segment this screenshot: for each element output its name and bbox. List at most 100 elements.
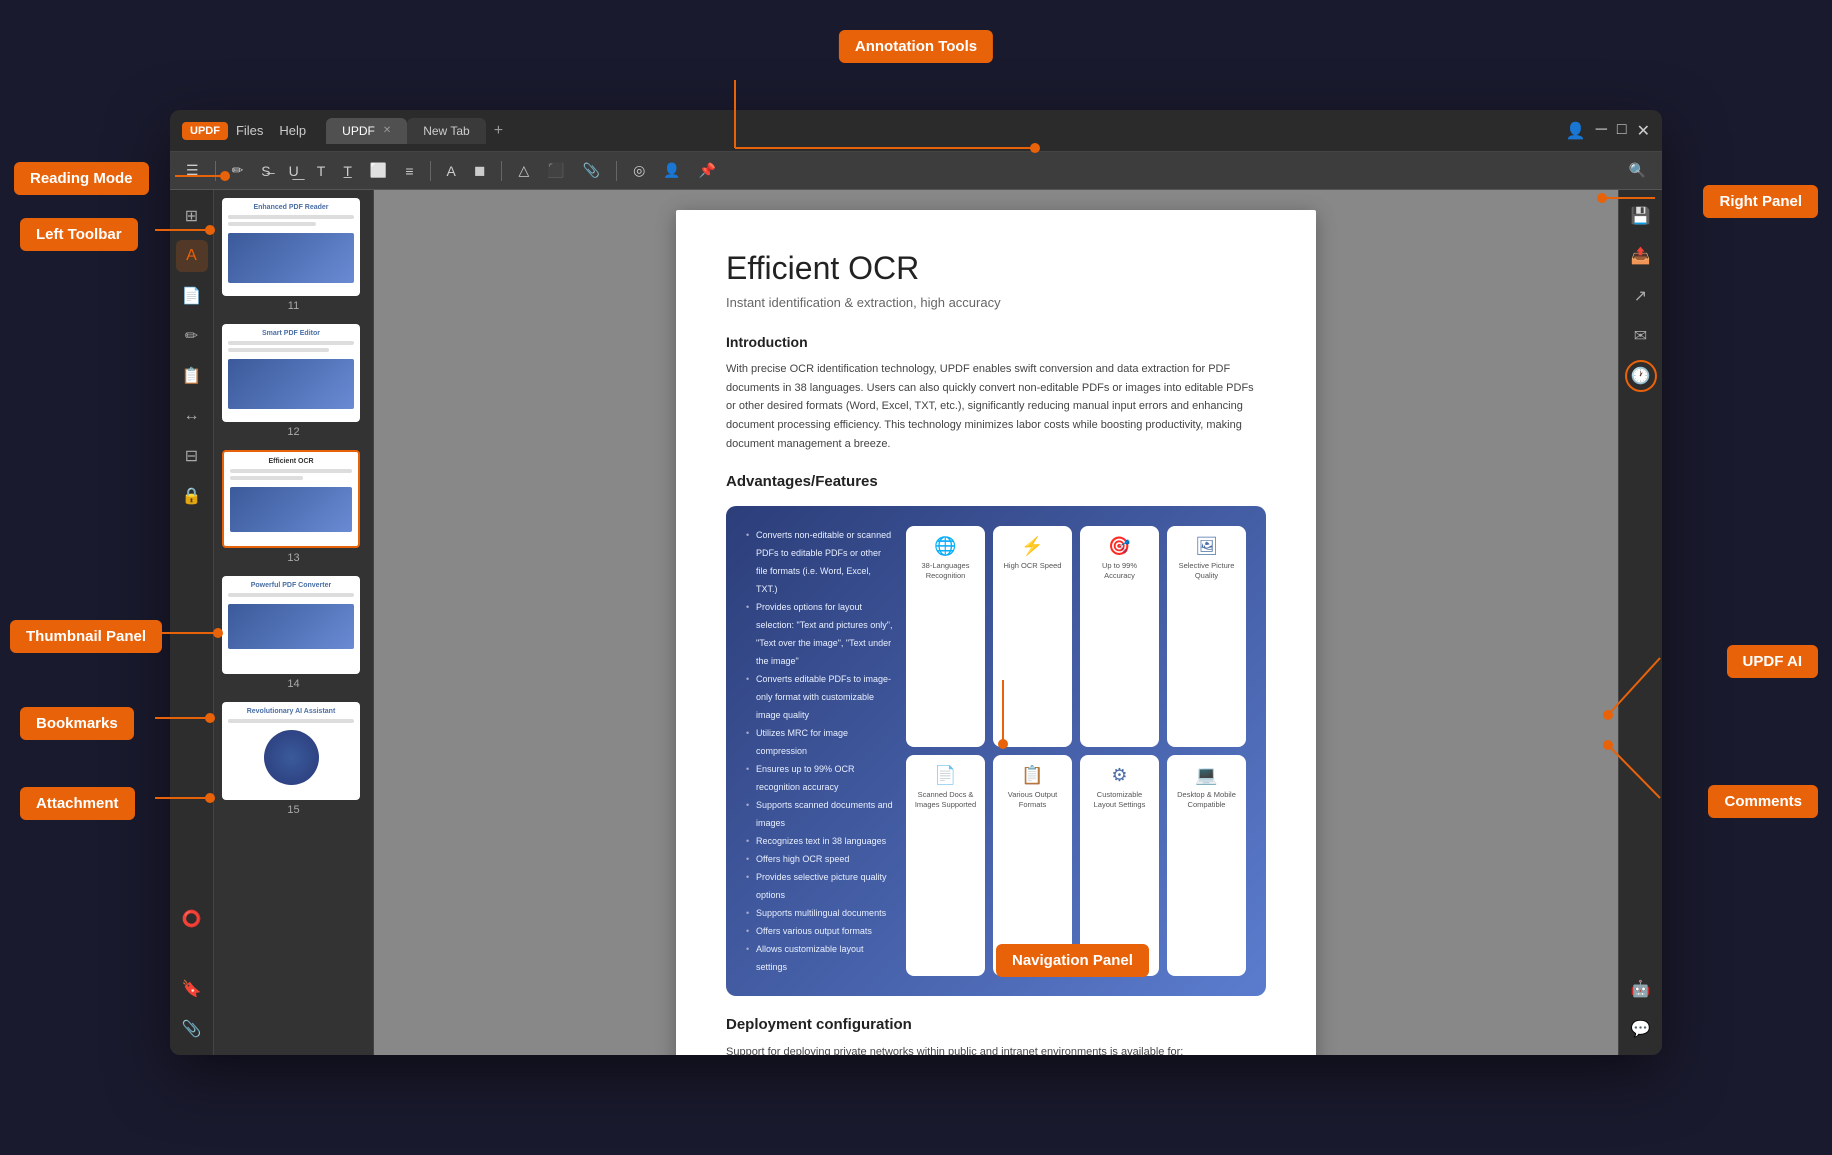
feature-card-1: ⚡ High OCR Speed	[993, 526, 1072, 747]
thumb-num-15: 15	[222, 804, 365, 816]
right-comment-icon[interactable]: 💬	[1625, 1013, 1657, 1045]
feature-item-1: Provides options for layout selection: "…	[746, 598, 894, 670]
toolbar-text-icon[interactable]: T	[311, 159, 332, 183]
thumbnail-14[interactable]: Powerful PDF Converter 14	[222, 576, 365, 690]
feature-item-5: Supports scanned documents and images	[746, 796, 894, 832]
menu-help[interactable]: Help	[279, 123, 306, 138]
toolbar-stamp-icon[interactable]: ◎	[627, 158, 651, 183]
sidebar-ai[interactable]: ⭕	[176, 903, 208, 935]
maximize-button[interactable]: □	[1617, 121, 1627, 141]
toolbar-divider-2	[430, 161, 431, 181]
feature-grid: 🌐 38-Languages Recognition ⚡ High OCR Sp…	[906, 526, 1246, 976]
toolbar-pencil-icon[interactable]: A	[441, 159, 462, 183]
right-ai-icon[interactable]: 🤖	[1625, 973, 1657, 1005]
thumb-num-14: 14	[222, 678, 365, 690]
reading-mode-label: Reading Mode	[14, 162, 149, 195]
app-logo: UPDF	[182, 122, 228, 140]
toolbar-line-icon[interactable]: ⬛	[541, 158, 570, 183]
sidebar-highlight[interactable]: A	[176, 240, 208, 272]
feature-item-6: Recognizes text in 38 languages	[746, 832, 894, 850]
feature-card-2-label: Up to 99% Accuracy	[1086, 561, 1153, 581]
sidebar-ocr[interactable]: 📋	[176, 360, 208, 392]
tab-bar: UPDF ✕ New Tab +	[326, 118, 1566, 144]
new-tab-button[interactable]: +	[494, 122, 503, 140]
sidebar-pages[interactable]: 📄	[176, 280, 208, 312]
toolbar-search-icon[interactable]: 🔍	[1623, 158, 1652, 183]
feature-card-7: 💻 Desktop & Mobile Compatible	[1167, 755, 1246, 976]
thumbnail-13[interactable]: Efficient OCR 13	[222, 450, 365, 564]
sidebar-reading-mode[interactable]: ⊞	[176, 200, 208, 232]
toolbar-callout-icon[interactable]: ⬜	[364, 158, 393, 183]
feature-card-5-label: Various Output Formats	[999, 790, 1066, 810]
sidebar-organize[interactable]: ⊟	[176, 440, 208, 472]
advantages-title: Advantages/Features	[726, 473, 1266, 490]
window-controls: 👤 ─ □ ✕	[1566, 121, 1650, 141]
toolbar-note-icon[interactable]: ≡	[399, 159, 419, 183]
feature-card-4-icon: 📄	[912, 765, 979, 786]
sidebar-convert[interactable]: ↔	[176, 400, 208, 432]
feature-item-11: Allows customizable layout settings	[746, 940, 894, 976]
right-save-icon[interactable]: 💾	[1625, 200, 1657, 232]
feature-card-1-icon: ⚡	[999, 536, 1066, 557]
right-history-icon[interactable]: 🕐	[1625, 360, 1657, 392]
right-sidebar: 💾 📤 ↗ ✉ 🕐 🤖 💬	[1618, 190, 1662, 1055]
toolbar-select-icon[interactable]: ☰	[180, 158, 205, 183]
toolbar-highlight-icon[interactable]: ✏	[226, 158, 250, 183]
thumb-img-12: Smart PDF Editor	[222, 324, 360, 422]
feature-card-0-icon: 🌐	[912, 536, 979, 557]
feature-item-0: Converts non-editable or scanned PDFs to…	[746, 526, 894, 598]
sidebar-bookmarks[interactable]: 🔖	[176, 973, 208, 1005]
toolbar-shape-icon[interactable]: △	[512, 158, 535, 183]
tab-close-icon[interactable]: ✕	[383, 125, 391, 136]
left-sidebar: ⊞ A 📄 ✏ 📋 ↔ ⊟ 🔒 ⭕ 🔖 📎	[170, 190, 214, 1055]
right-mail-icon[interactable]: ✉	[1625, 320, 1657, 352]
toolbar-measure-icon[interactable]: 📌	[693, 158, 722, 183]
feature-card-4: 📄 Scanned Docs & Images Supported	[906, 755, 985, 976]
feature-item-7: Offers high OCR speed	[746, 850, 894, 868]
doc-page: Efficient OCR Instant identification & e…	[676, 210, 1316, 1055]
feature-card-7-icon: 💻	[1173, 765, 1240, 786]
toolbar-underline-icon[interactable]: U͟	[283, 159, 305, 183]
tab-updf[interactable]: UPDF ✕	[326, 118, 407, 144]
toolbar-attach-icon[interactable]: 📎	[577, 158, 606, 183]
menu-files[interactable]: Files	[236, 123, 263, 138]
bookmarks-label: Bookmarks	[20, 707, 134, 740]
toolbar-textbox-icon[interactable]: T̲	[337, 159, 358, 183]
document-viewer: Efficient OCR Instant identification & e…	[374, 190, 1618, 1055]
sidebar-attachment[interactable]: 📎	[176, 1013, 208, 1045]
right-panel-label: Right Panel	[1703, 185, 1818, 218]
right-export-icon[interactable]: 📤	[1625, 240, 1657, 272]
app-window: UPDF Files Help UPDF ✕ New Tab + 👤 ─ □ ✕…	[170, 110, 1662, 1055]
tab-updf-label: UPDF	[342, 124, 375, 138]
attachment-label: Attachment	[20, 787, 135, 820]
sidebar-protect[interactable]: 🔒	[176, 480, 208, 512]
toolbar-eraser-icon[interactable]: ◼	[468, 158, 492, 183]
user-icon: 👤	[1566, 121, 1586, 141]
intro-title: Introduction	[726, 334, 1266, 350]
right-share-icon[interactable]: ↗	[1625, 280, 1657, 312]
thumbnail-12[interactable]: Smart PDF Editor 12	[222, 324, 365, 438]
updf-ai-label: UPDF AI	[1727, 645, 1818, 678]
thumbnail-15[interactable]: Revolutionary AI Assistant 15	[222, 702, 365, 816]
thumb-num-12: 12	[222, 426, 365, 438]
intro-body: With precise OCR identification technolo…	[726, 360, 1266, 453]
thumb-img-11: Enhanced PDF Reader	[222, 198, 360, 296]
main-content: ⊞ A 📄 ✏ 📋 ↔ ⊟ 🔒 ⭕ 🔖 📎 Enhanced PDF Reade…	[170, 190, 1662, 1055]
feature-card-5-icon: 📋	[999, 765, 1066, 786]
minimize-button[interactable]: ─	[1596, 121, 1607, 141]
toolbar-divider-1	[215, 161, 216, 181]
feature-card-3-icon: 🖼	[1173, 536, 1240, 557]
sidebar-edit[interactable]: ✏	[176, 320, 208, 352]
feature-item-10: Offers various output formats	[746, 922, 894, 940]
annotation-tools-label: Annotation Tools	[839, 30, 993, 63]
title-bar: UPDF Files Help UPDF ✕ New Tab + 👤 ─ □ ✕	[170, 110, 1662, 152]
tab-new[interactable]: New Tab	[407, 118, 485, 144]
toolbar-sign-icon[interactable]: 👤	[657, 158, 686, 183]
feature-card-4-label: Scanned Docs & Images Supported	[912, 790, 979, 810]
thumbnail-11[interactable]: Enhanced PDF Reader 11	[222, 198, 365, 312]
feature-item-8: Provides selective picture quality optio…	[746, 868, 894, 904]
close-button[interactable]: ✕	[1637, 121, 1650, 141]
deploy-body: Support for deploying private networks w…	[726, 1043, 1266, 1055]
toolbar-strikethrough-icon[interactable]: S̶	[255, 159, 276, 183]
feature-card-3-label: Selective Picture Quality	[1173, 561, 1240, 581]
